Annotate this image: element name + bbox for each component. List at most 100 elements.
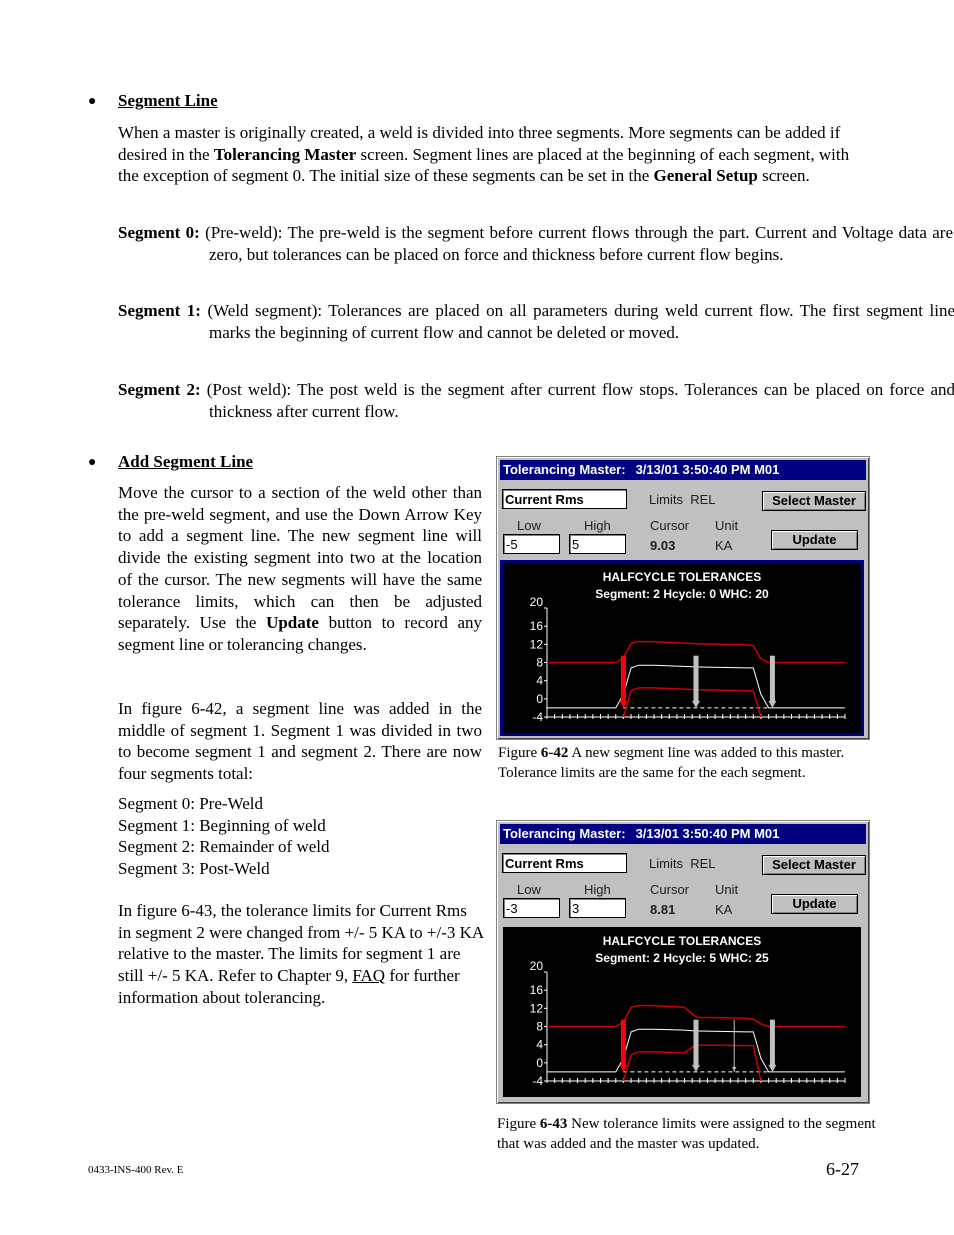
- segment-0-description: Segment 0: (Pre-weld): The pre-weld is t…: [118, 222, 953, 265]
- segment-line-marker: [769, 655, 775, 702]
- tolerancing-master-window-fig43: Tolerancing Master: 3/13/01 3:50:40 PM M0…: [496, 820, 870, 1104]
- segment-2-label: Segment 2:: [118, 380, 201, 399]
- segment-2-text: (Post weld): The post weld is the segmen…: [200, 380, 954, 421]
- chart-subtitle: Segment: 2 Hcycle: 5 WHC: 25: [595, 951, 769, 965]
- chart-svg: HALFCYCLE TOLERANCES Segment: 2 Hcycle: 0…: [530, 570, 846, 724]
- section-heading-add-segment-line: Add Segment Line: [118, 452, 254, 471]
- y-tick-label: -4: [532, 710, 543, 724]
- high-label: High: [584, 882, 611, 897]
- chart-svg: HALFCYCLE TOLERANCES Segment: 2 Hcycle: 5…: [530, 934, 846, 1088]
- cursor-value: 8.81: [650, 902, 676, 917]
- segment-0-label: Segment 0:: [118, 223, 200, 242]
- lower-limit-line: [622, 1043, 762, 1082]
- caption-label: Figure: [498, 745, 541, 761]
- segment-2-description: Segment 2: (Post weld): The post weld is…: [118, 379, 954, 422]
- parameter-field[interactable]: Current Rms: [502, 489, 627, 509]
- segment-list-item: Segment 3: Post-Weld: [118, 859, 270, 879]
- segment-1-description: Segment 1: (Weld segment): Tolerances ar…: [118, 300, 954, 343]
- y-tick-label: 12: [530, 637, 544, 651]
- high-label: High: [584, 518, 611, 533]
- y-tick-label: 12: [530, 1001, 544, 1015]
- figure-6-43-caption: Figure 6-43 New tolerance limits were as…: [497, 1114, 877, 1154]
- high-limit-input[interactable]: 3: [569, 898, 626, 918]
- segment-list: Segment 0: Pre-Weld Segment 1: Beginning…: [118, 793, 482, 880]
- update-button[interactable]: Update: [771, 894, 858, 914]
- caption-label: Figure: [497, 1116, 540, 1132]
- segment-1-text: (Weld segment): Tolerances are placed on…: [200, 301, 954, 342]
- low-limit-input[interactable]: -3: [503, 898, 560, 918]
- cursor-arrow: [732, 1066, 737, 1072]
- caption-number: 6-42: [540, 745, 569, 761]
- cursor-label: Cursor: [650, 518, 690, 533]
- window-timestamp: 3/13/01 3:50:40 PM M01: [635, 826, 780, 841]
- segment-list-item: Segment 0: Pre-Weld: [118, 794, 263, 813]
- y-tick-label: 4: [536, 674, 543, 688]
- low-label: Low: [517, 518, 541, 533]
- segment-list-item: Segment 2: Remainder of weld: [118, 837, 330, 857]
- tolerancing-master-window-fig42: Tolerancing Master: 3/13/01 3:50:40 PM M0…: [496, 456, 870, 740]
- segment-line-marker: [693, 655, 699, 702]
- segment-line-marker: [620, 655, 626, 702]
- y-tick-label: 20: [530, 959, 544, 973]
- lower-limit-line: [622, 687, 762, 718]
- y-tick-label: 20: [530, 595, 544, 609]
- figure-6-42-explanation: In figure 6-42, a segment line was added…: [118, 699, 482, 784]
- window-title: Tolerancing Master:: [503, 826, 626, 841]
- chart-title: HALFCYCLE TOLERANCES: [603, 570, 761, 584]
- segment-list-item: Segment 1: Beginning of weld: [118, 815, 326, 835]
- document-id: 0433-INS-400 Rev. E: [88, 1164, 184, 1176]
- parameter-field[interactable]: Current Rms: [502, 853, 627, 873]
- high-limit-input[interactable]: 5: [569, 534, 626, 554]
- figure-6-42-caption: Figure 6-42 A new segment line was added…: [498, 743, 858, 783]
- window-titlebar: Tolerancing Master: 3/13/01 3:50:40 PM M0…: [500, 824, 866, 844]
- segment-1-label: Segment 1:: [118, 301, 201, 320]
- segment-line-arrow: [692, 700, 700, 708]
- faq-link[interactable]: FAQ: [352, 966, 385, 985]
- bullet-icon: ●: [88, 455, 97, 470]
- segment-line-marker: [693, 1019, 699, 1066]
- unit-label: Unit: [715, 518, 739, 533]
- bullet-icon: ●: [88, 94, 97, 109]
- cursor-label: Cursor: [650, 882, 690, 897]
- limits-value: REL: [690, 856, 716, 871]
- y-tick-label: -4: [532, 1074, 543, 1088]
- segment-line-marker: [620, 1019, 626, 1066]
- low-limit-input[interactable]: -5: [503, 534, 560, 554]
- cursor-value: 9.03: [650, 538, 676, 553]
- figure-6-43-explanation: In figure 6-43, the tolerance limits for…: [118, 900, 484, 1009]
- window-timestamp: 3/13/01 3:50:40 PM M01: [635, 462, 780, 477]
- segment-line-intro: When a master is originally created, a w…: [118, 122, 862, 187]
- bold-term: Update: [266, 613, 319, 633]
- segment-line-marker: [769, 1019, 775, 1066]
- segment-0-text: (Pre-weld): The pre-weld is the segment …: [199, 223, 953, 264]
- chart-title: HALFCYCLE TOLERANCES: [603, 934, 761, 948]
- section-heading-segment-line: Segment Line: [118, 91, 218, 110]
- update-button[interactable]: Update: [771, 530, 858, 550]
- y-tick-label: 4: [536, 1038, 543, 1052]
- window-titlebar: Tolerancing Master: 3/13/01 3:50:40 PM M0…: [500, 460, 866, 480]
- caption-number: 6-43: [539, 1116, 568, 1132]
- halfcycle-tolerance-chart[interactable]: HALFCYCLE TOLERANCES Segment: 2 Hcycle: 5…: [500, 924, 864, 1100]
- window-title: Tolerancing Master:: [503, 462, 626, 477]
- y-tick-label: 8: [536, 656, 543, 670]
- text-run: screen.: [757, 166, 810, 186]
- y-tick-label: 16: [530, 983, 544, 997]
- y-tick-label: 0: [536, 1056, 543, 1070]
- bold-term: Tolerancing Master: [213, 144, 357, 164]
- add-segment-paragraph: Move the cursor to a section of the weld…: [118, 482, 482, 656]
- y-tick-label: 8: [536, 1020, 543, 1034]
- low-label: Low: [517, 882, 541, 897]
- bold-term: General Setup: [653, 166, 758, 186]
- select-master-button[interactable]: Select Master: [762, 491, 866, 511]
- unit-label: Unit: [715, 882, 739, 897]
- segment-line-arrow: [692, 1064, 700, 1072]
- limits-label: Limits REL: [649, 492, 716, 507]
- limits-value: REL: [690, 492, 716, 507]
- segment-line-arrow: [768, 1064, 777, 1072]
- page-number: 6-27: [826, 1159, 859, 1179]
- chart-subtitle: Segment: 2 Hcycle: 0 WHC: 20: [595, 587, 769, 601]
- y-tick-label: 0: [536, 692, 543, 706]
- halfcycle-tolerance-chart[interactable]: HALFCYCLE TOLERANCES Segment: 2 Hcycle: 0…: [500, 560, 864, 736]
- select-master-button[interactable]: Select Master: [762, 855, 866, 875]
- unit-value: KA: [715, 538, 733, 553]
